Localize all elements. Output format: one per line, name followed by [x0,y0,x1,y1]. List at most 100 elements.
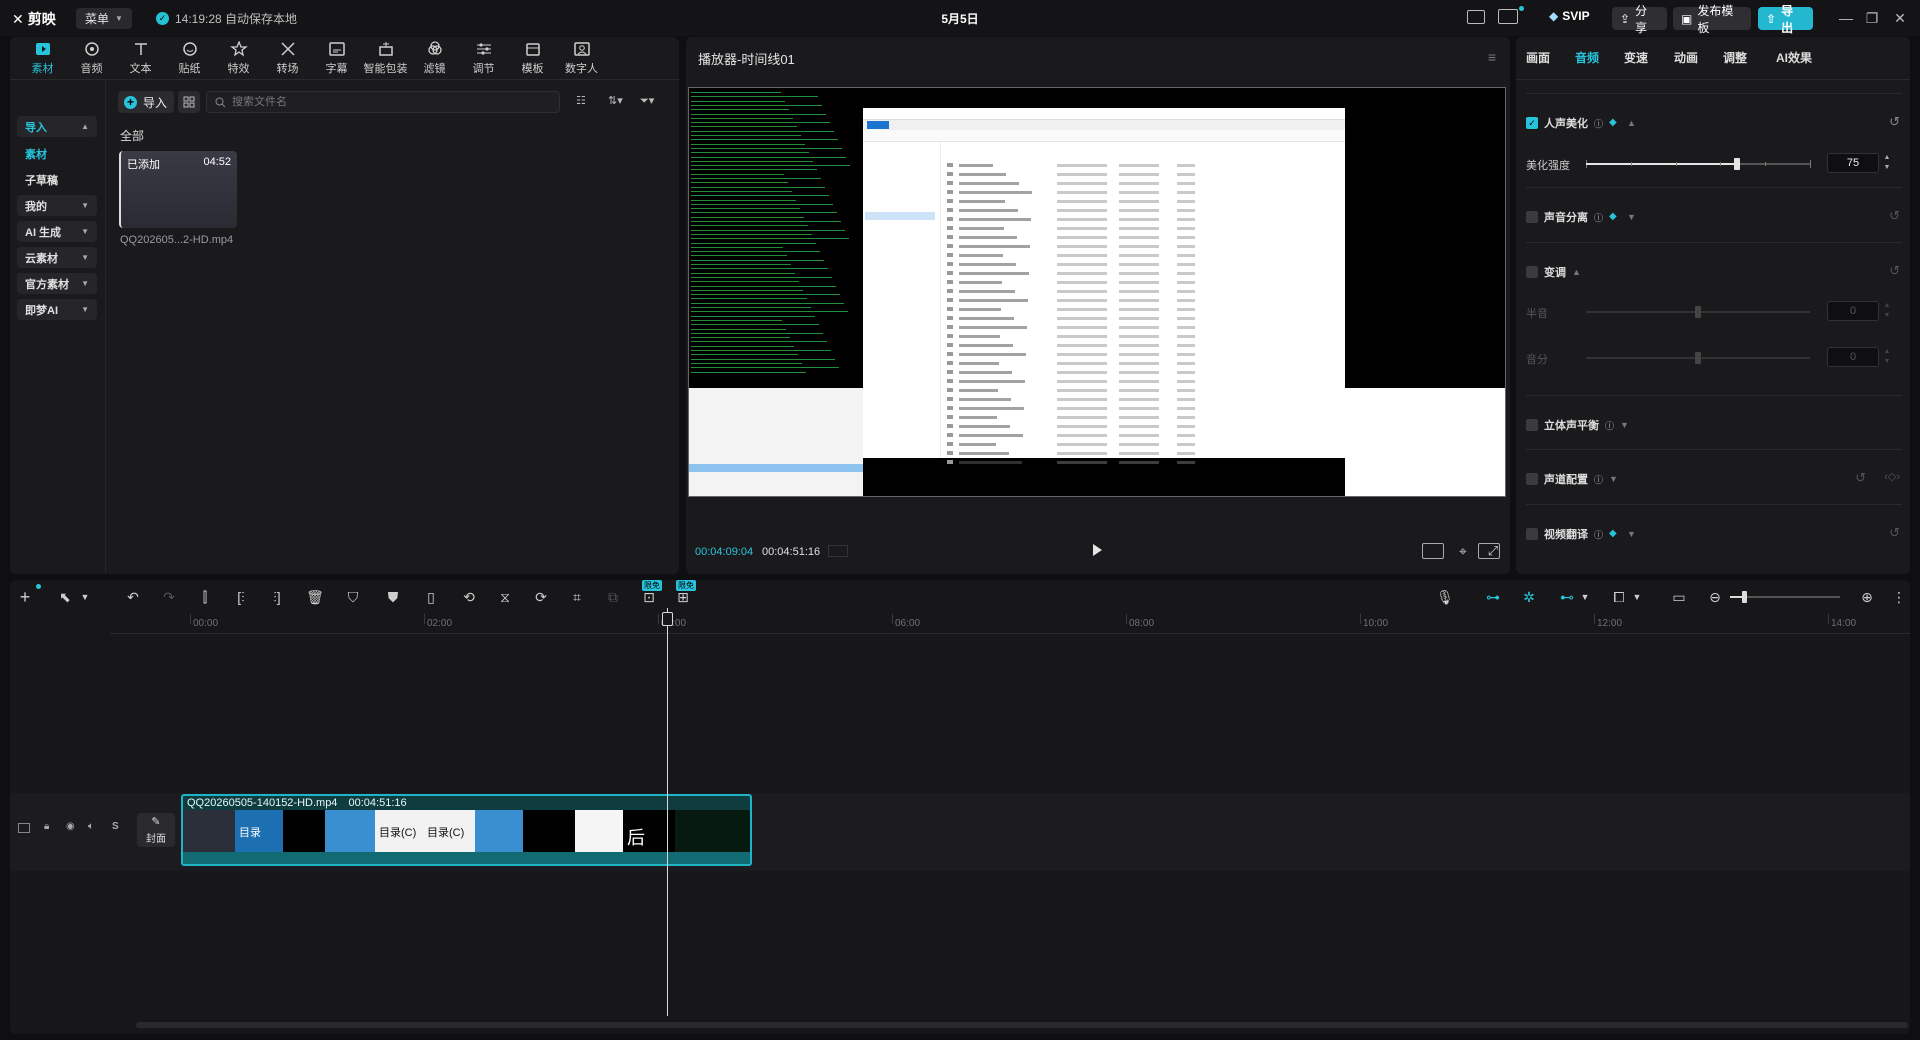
zoom-in-icon[interactable]: ⊕ [1858,588,1876,606]
crop-icon[interactable]: ⌗ [568,588,586,606]
hamburger-menu-icon[interactable]: ≡ [1488,49,1496,65]
channel-config-checkbox[interactable] [1526,473,1538,485]
expand-icon[interactable]: ⤢ [1486,543,1500,559]
tab-text[interactable]: 文本 [116,37,165,79]
tab-animation[interactable]: 动画 [1674,49,1698,66]
freeze-frame-icon[interactable]: ▯ [422,588,440,606]
solo-icon[interactable]: S [112,821,119,832]
sidebar-item-import[interactable]: 导入 ▲ [17,116,97,137]
tab-subtitle[interactable]: 字幕 [312,37,361,79]
rotate-icon[interactable]: ⟳ [532,588,550,606]
cents-knob[interactable] [1695,352,1701,364]
linkage-icon[interactable]: ⊷ [1558,588,1576,606]
close-icon[interactable]: ✕ [1890,8,1910,28]
menu-button[interactable]: 菜单 ▼ [76,8,132,29]
sidebar-item-cloud[interactable]: 云素材 ▼ [17,247,97,268]
sidebar-item-media[interactable]: 素材 [17,143,97,164]
video-preview[interactable] [688,87,1506,497]
chevron-up-icon[interactable]: ▲ [1572,267,1581,277]
sidebar-item-sub-draft[interactable]: 子草稿 [17,169,97,190]
publish-template-button[interactable]: ▣ 发布模板 [1673,4,1751,35]
auto-snap-icon[interactable]: ✲ [1520,588,1538,606]
reset-icon[interactable]: ↺ [1889,114,1900,130]
stepper-arrows-icon[interactable]: ▲ ▼ [1882,347,1892,367]
info-icon[interactable]: ⓘ [1594,528,1603,541]
export-button[interactable]: ⇧ 导出 [1758,4,1813,35]
video-translate-checkbox[interactable] [1526,528,1538,540]
speaker-icon[interactable]: 🔈︎ [88,821,94,832]
auto-reframe-icon[interactable]: ⧉ [604,588,622,606]
sidebar-item-jimeng-ai[interactable]: 即梦AI ▼ [17,299,97,320]
info-icon[interactable]: ⓘ [1594,473,1603,486]
preview-axis-icon[interactable]: ⧠ [1610,588,1628,606]
import-button[interactable]: + 导入 [118,91,174,113]
delete-icon[interactable]: 🗑 [306,588,324,606]
playhead[interactable] [667,608,668,1016]
zoom-slider[interactable] [1730,591,1840,603]
redo-icon[interactable]: ↷ [160,588,178,606]
chevron-down-icon[interactable]: ▼ [1609,474,1618,484]
add-marker-icon[interactable]: ⛉ [344,588,362,606]
pitch-change-checkbox[interactable] [1526,266,1538,278]
tab-transition[interactable]: 转场 [263,37,312,79]
semitone-slider[interactable] [1586,306,1810,318]
reset-icon[interactable]: ↺ [1855,470,1866,486]
semitone-knob[interactable] [1695,306,1701,318]
stepper-arrows-icon[interactable]: ▲ ▼ [1882,301,1892,321]
timeline-scrollbar[interactable] [136,1022,1908,1028]
timeline-fit-icon[interactable]: ▭ [1670,588,1688,606]
mirror-icon[interactable]: ⧖ [496,588,514,606]
info-icon[interactable]: ⓘ [1605,419,1614,432]
strength-slider[interactable] [1586,158,1811,170]
more-options-icon[interactable]: ⋮ [1890,588,1908,606]
tab-adjust[interactable]: 调节 [459,37,508,79]
keyboard-shortcut-icon[interactable] [1467,10,1485,24]
trim-left-icon[interactable]: [⫶ [232,588,250,606]
filter-funnel-icon[interactable]: ⏷▾ [640,94,654,108]
split-icon[interactable]: ⫿ [196,588,214,606]
chevron-down-icon[interactable]: ▼ [1576,588,1594,606]
chevron-down-icon[interactable]: ▼ [1620,420,1629,430]
layout-icon[interactable] [1498,9,1518,24]
grid-view-button[interactable] [178,91,200,113]
reverse-icon[interactable]: ⟲ [460,588,478,606]
zoom-out-icon[interactable]: ⊖ [1706,588,1724,606]
chevron-down-icon[interactable]: ▼ [76,588,94,606]
marker-icon[interactable]: ⛊ [384,588,402,606]
search-box[interactable] [206,91,560,113]
svip-badge[interactable]: ◆ SVIP [1549,9,1590,23]
play-icon[interactable] [1090,543,1104,557]
main-track-magnet-icon[interactable]: ⊶ [1484,588,1502,606]
semitone-value[interactable]: 0 [1827,301,1879,321]
tab-picture[interactable]: 画面 [1526,49,1550,66]
tab-template[interactable]: 模板 [508,37,557,79]
original-quality-icon[interactable] [1422,543,1444,559]
reset-icon[interactable]: ↺ [1889,263,1900,279]
trim-right-icon[interactable]: ⫶] [268,588,286,606]
stepper-arrows-icon[interactable]: ▲ ▼ [1882,153,1892,173]
microphone-icon[interactable]: 🎙 [1436,588,1454,606]
media-thumbnail[interactable]: 已添加 04:52 [119,151,237,228]
tab-adjust[interactable]: 调整 [1723,49,1747,66]
view-mode-icon[interactable]: ☷ [576,94,586,107]
keyframe-nav-icon[interactable]: ‹◇› [1884,470,1900,483]
eye-icon[interactable]: ◉ [66,821,75,832]
tab-audio[interactable]: 音频 [1575,49,1599,66]
add-track-icon[interactable]: + [16,588,34,606]
voice-enhance-checkbox[interactable]: ✓ [1526,117,1538,129]
search-input[interactable] [232,96,532,108]
sidebar-item-ai-generate[interactable]: AI 生成 ▼ [17,221,97,242]
cents-slider[interactable] [1586,352,1810,364]
cents-value[interactable]: 0 [1827,347,1879,367]
minimize-icon[interactable]: — [1836,8,1856,28]
tab-smart-pack[interactable]: 智能包装 [361,37,410,79]
tab-audio[interactable]: 音频 [67,37,116,79]
lock-icon[interactable]: 🔒︎ [44,821,49,832]
chevron-down-icon[interactable]: ▼ [1627,529,1636,539]
info-icon[interactable]: ⓘ [1594,117,1603,130]
zoom-slider-knob[interactable] [1742,591,1747,603]
tab-digital-human[interactable]: 数字人 [557,37,606,79]
timeline-ruler[interactable]: 00:00 02:00 04:00 06:00 08:00 10:00 12:00 14:00 [110,614,1910,634]
sort-icon[interactable]: ⇅▾ [608,94,623,107]
tab-filter[interactable]: 滤镜 [410,37,459,79]
